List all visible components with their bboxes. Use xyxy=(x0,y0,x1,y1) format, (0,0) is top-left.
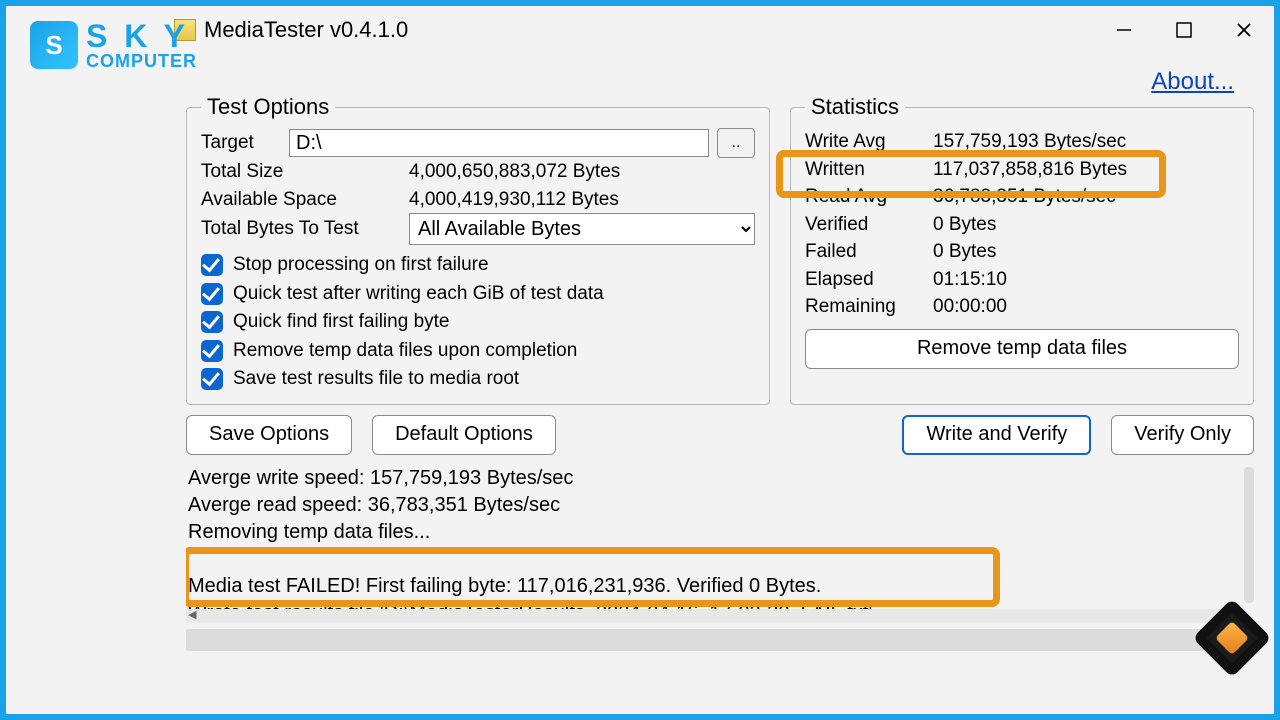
stat-value: 00:00:00 xyxy=(933,293,1007,321)
check-stop-first-failure[interactable]: Stop processing on first failure xyxy=(201,251,755,280)
check-save-results-file[interactable]: Save test results file to media root xyxy=(201,365,755,394)
checkbox-icon xyxy=(201,340,223,362)
bytes-to-test-select[interactable]: All Available Bytes xyxy=(409,213,755,245)
check-quick-test-gib[interactable]: Quick test after writing each GiB of tes… xyxy=(201,280,755,309)
stat-value: 0 Bytes xyxy=(933,238,996,266)
browse-button[interactable]: .. xyxy=(717,128,755,158)
stat-label: Remaining xyxy=(805,293,925,321)
stat-label: Written xyxy=(805,156,925,184)
stat-value: 117,037,858,816 Bytes xyxy=(933,156,1127,184)
log-line: Media test FAILED! First failing byte: 1… xyxy=(188,573,1252,600)
maximize-button[interactable] xyxy=(1154,8,1214,52)
log-line: Averge read speed: 36,783,351 Bytes/sec xyxy=(188,492,1252,519)
app-window: MediaTester v0.4.1.0 About... Test Optio… xyxy=(166,6,1274,714)
check-remove-temp-files[interactable]: Remove temp data files upon completion xyxy=(201,337,755,366)
check-label: Quick find first failing byte xyxy=(233,308,449,337)
log-output[interactable]: Averge write speed: 157,759,193 Bytes/se… xyxy=(186,463,1254,623)
target-input[interactable] xyxy=(289,129,709,157)
log-scrollbar-horizontal[interactable] xyxy=(186,609,1236,623)
statistics-group: Statistics Write Avg 157,759,193 Bytes/se… xyxy=(790,94,1254,405)
target-label: Target xyxy=(201,129,281,157)
default-options-button[interactable]: Default Options xyxy=(372,415,556,455)
stat-label: Elapsed xyxy=(805,266,925,294)
stat-label: Failed xyxy=(805,238,925,266)
brand-sub: COMPUTER xyxy=(86,52,197,70)
stat-value: 01:15:10 xyxy=(933,266,1007,294)
stat-value: 36,783,351 Bytes/sec xyxy=(933,183,1116,211)
avail-space-label: Available Space xyxy=(201,186,401,214)
brand-logo: S S K Y COMPUTER xyxy=(30,20,197,70)
window-title: MediaTester v0.4.1.0 xyxy=(204,17,408,43)
stat-label: Write Avg xyxy=(805,128,925,156)
brand-logo-icon: S xyxy=(30,21,78,69)
check-label: Remove temp data files upon completion xyxy=(233,337,577,366)
progress-bar xyxy=(186,629,1254,651)
checkbox-icon xyxy=(201,311,223,333)
avail-space-value: 4,000,419,930,112 Bytes xyxy=(409,186,755,214)
about-link[interactable]: About... xyxy=(1151,68,1234,96)
log-line: Removing temp data files... xyxy=(188,519,1252,546)
stat-value: 157,759,193 Bytes/sec xyxy=(933,128,1126,156)
close-button[interactable] xyxy=(1214,8,1274,52)
stat-value: 0 Bytes xyxy=(933,211,996,239)
stat-label: Verified xyxy=(805,211,925,239)
log-line: Averge write speed: 157,759,193 Bytes/se… xyxy=(188,465,1252,492)
minimize-button[interactable] xyxy=(1094,8,1154,52)
test-options-group: Test Options Target .. Total Size 4,000,… xyxy=(186,94,770,405)
test-options-legend: Test Options xyxy=(201,94,335,120)
brand-top: S K Y xyxy=(86,20,197,52)
check-label: Save test results file to media root xyxy=(233,365,519,394)
write-and-verify-button[interactable]: Write and Verify xyxy=(902,415,1091,455)
statistics-legend: Statistics xyxy=(805,94,905,120)
verify-only-button[interactable]: Verify Only xyxy=(1111,415,1254,455)
total-size-label: Total Size xyxy=(201,158,401,186)
log-scrollbar-vertical[interactable] xyxy=(1244,467,1254,603)
checkbox-icon xyxy=(201,368,223,390)
check-label: Quick test after writing each GiB of tes… xyxy=(233,280,604,309)
stat-label: Read Avg xyxy=(805,183,925,211)
log-line xyxy=(188,546,1252,573)
titlebar[interactable]: MediaTester v0.4.1.0 xyxy=(166,6,1274,54)
total-size-value: 4,000,650,883,072 Bytes xyxy=(409,158,755,186)
check-quick-find-first-fail[interactable]: Quick find first failing byte xyxy=(201,308,755,337)
remove-temp-files-button[interactable]: Remove temp data files xyxy=(805,329,1239,369)
check-label: Stop processing on first failure xyxy=(233,251,489,280)
checkbox-icon xyxy=(201,283,223,305)
bytes-to-test-label: Total Bytes To Test xyxy=(201,215,401,243)
save-options-button[interactable]: Save Options xyxy=(186,415,352,455)
checkbox-icon xyxy=(201,254,223,276)
